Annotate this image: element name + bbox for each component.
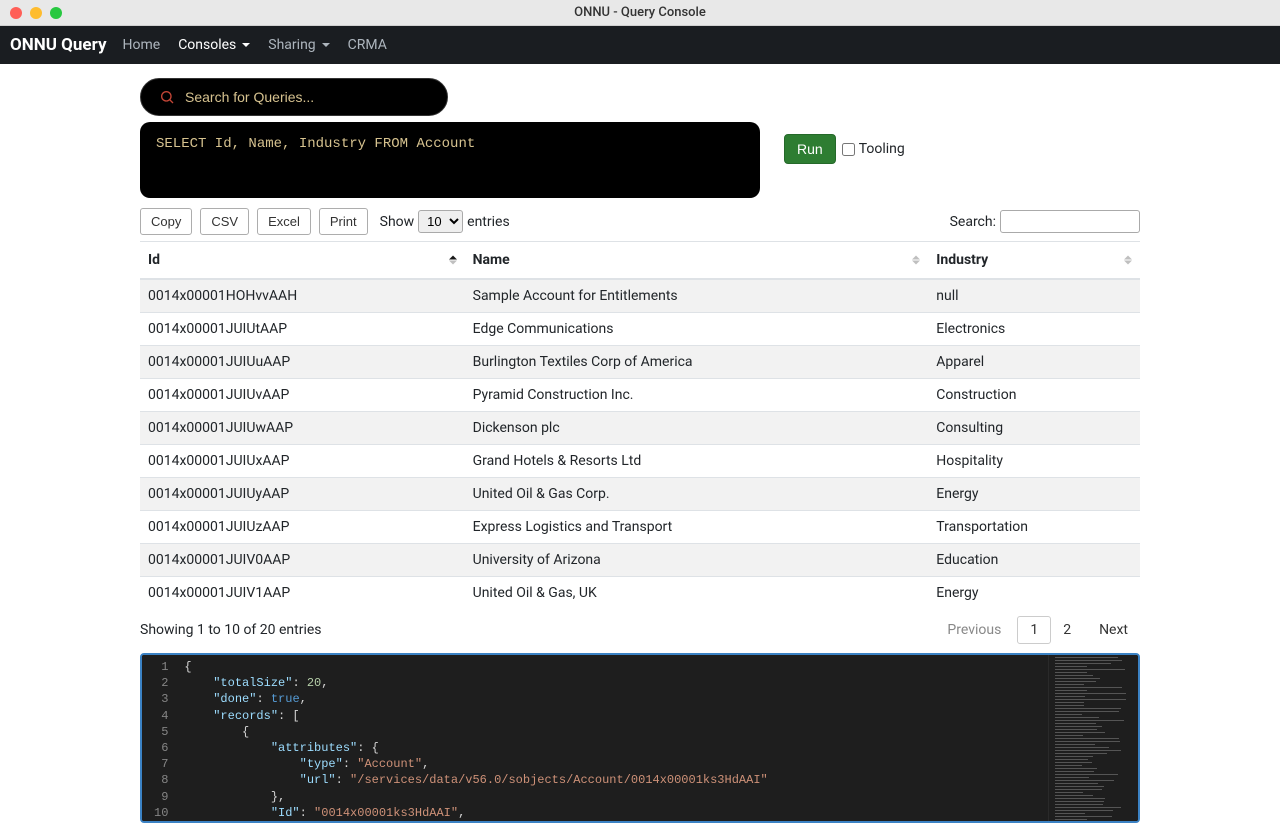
tooling-checkbox-label[interactable]: Tooling — [842, 141, 905, 157]
tooling-checkbox[interactable] — [842, 143, 855, 156]
cell-id: 0014x00001JUIUuAAP — [140, 346, 465, 379]
window-titlebar: ONNU - Query Console — [0, 0, 1280, 26]
table-row[interactable]: 0014x00001JUIUuAAPBurlington Textiles Co… — [140, 346, 1140, 379]
cell-industry: Energy — [928, 478, 1140, 511]
sort-arrows-icon — [912, 256, 920, 265]
cell-id: 0014x00001JUIV1AAP — [140, 577, 465, 610]
paginate-page-1[interactable]: 1 — [1017, 616, 1051, 644]
column-header-industry[interactable]: Industry — [928, 242, 1140, 280]
table-row[interactable]: 0014x00001JUIV1AAPUnited Oil & Gas, UKEn… — [140, 577, 1140, 610]
query-search-pill[interactable] — [140, 78, 448, 116]
table-row[interactable]: 0014x00001JUIUwAAPDickenson plcConsultin… — [140, 412, 1140, 445]
datatable-search-label: Search: — [950, 214, 996, 230]
cell-name: Grand Hotels & Resorts Ltd — [465, 445, 929, 478]
datatable-search-input[interactable] — [1000, 210, 1140, 233]
chevron-down-icon — [242, 43, 250, 47]
column-header-name[interactable]: Name — [465, 242, 929, 280]
search-icon — [159, 89, 175, 105]
json-code[interactable]: { "totalSize": 20, "done": true, "record… — [176, 655, 1048, 821]
cell-id: 0014x00001JUIUtAAP — [140, 313, 465, 346]
datatable-pagination: Previous 12 Next — [935, 617, 1140, 643]
table-row[interactable]: 0014x00001JUIUtAAPEdge CommunicationsEle… — [140, 313, 1140, 346]
cell-id: 0014x00001JUIUyAAP — [140, 478, 465, 511]
brand[interactable]: ONNU Query — [10, 35, 107, 55]
cell-name: United Oil & Gas Corp. — [465, 478, 929, 511]
query-editor[interactable]: SELECT Id, Name, Industry FROM Account — [140, 122, 760, 198]
tooling-label-text: Tooling — [859, 141, 905, 157]
cell-id: 0014x00001JUIUvAAP — [140, 379, 465, 412]
json-line-gutter: 123456789101112 — [142, 655, 176, 821]
paginate-previous[interactable]: Previous — [935, 617, 1013, 643]
query-search-input[interactable] — [185, 89, 429, 105]
table-row[interactable]: 0014x00001JUIUxAAPGrand Hotels & Resorts… — [140, 445, 1140, 478]
cell-name: Pyramid Construction Inc. — [465, 379, 929, 412]
run-button[interactable]: Run — [784, 134, 836, 164]
paginate-page-2[interactable]: 2 — [1051, 617, 1083, 643]
window-title: ONNU - Query Console — [574, 5, 706, 20]
results-table: IdNameIndustry 0014x00001HOHvvAAHSample … — [140, 241, 1140, 609]
maximize-window-button[interactable] — [50, 7, 62, 19]
table-row[interactable]: 0014x00001JUIUzAAPExpress Logistics and … — [140, 511, 1140, 544]
cell-name: University of Arizona — [465, 544, 929, 577]
cell-industry: null — [928, 279, 1140, 313]
datatable-search: Search: — [950, 210, 1140, 233]
chevron-down-icon — [322, 43, 330, 47]
length-suffix: entries — [467, 214, 510, 230]
table-row[interactable]: 0014x00001JUIV0AAPUniversity of ArizonaE… — [140, 544, 1140, 577]
nav-item-crma[interactable]: CRMA — [348, 37, 387, 53]
column-header-id[interactable]: Id — [140, 242, 465, 280]
close-window-button[interactable] — [10, 7, 22, 19]
cell-name: Dickenson plc — [465, 412, 929, 445]
cell-industry: Consulting — [928, 412, 1140, 445]
paginate-next[interactable]: Next — [1087, 617, 1140, 643]
editor-minimap[interactable] — [1048, 655, 1138, 821]
cell-name: Edge Communications — [465, 313, 929, 346]
sort-arrows-icon — [1124, 256, 1132, 265]
excel-button[interactable]: Excel — [257, 208, 311, 235]
cell-name: United Oil & Gas, UK — [465, 577, 929, 610]
csv-button[interactable]: CSV — [200, 208, 249, 235]
cell-name: Express Logistics and Transport — [465, 511, 929, 544]
nav-item-home[interactable]: Home — [123, 37, 161, 53]
copy-button[interactable]: Copy — [140, 208, 192, 235]
cell-industry: Hospitality — [928, 445, 1140, 478]
table-row[interactable]: 0014x00001HOHvvAAHSample Account for Ent… — [140, 279, 1140, 313]
nav-item-consoles[interactable]: Consoles — [178, 37, 250, 53]
length-select[interactable]: 10 — [418, 210, 463, 233]
length-prefix: Show — [380, 214, 415, 230]
cell-industry: Education — [928, 544, 1140, 577]
cell-id: 0014x00001HOHvvAAH — [140, 279, 465, 313]
cell-industry: Construction — [928, 379, 1140, 412]
print-button[interactable]: Print — [319, 208, 368, 235]
table-row[interactable]: 0014x00001JUIUyAAPUnited Oil & Gas Corp.… — [140, 478, 1140, 511]
cell-name: Burlington Textiles Corp of America — [465, 346, 929, 379]
main-navbar: ONNU Query Home Consoles Sharing CRMA — [0, 26, 1280, 64]
datatable-info: Showing 1 to 10 of 20 entries — [140, 622, 322, 638]
cell-name: Sample Account for Entitlements — [465, 279, 929, 313]
cell-industry: Energy — [928, 577, 1140, 610]
datatable-toolbar: Copy CSV Excel Print Show 10 entries Search… — [140, 208, 1140, 235]
cell-id: 0014x00001JUIUxAAP — [140, 445, 465, 478]
datatable-length: Show 10 entries — [380, 210, 510, 233]
table-row[interactable]: 0014x00001JUIUvAAPPyramid Construction I… — [140, 379, 1140, 412]
json-response-panel[interactable]: 123456789101112 { "totalSize": 20, "done… — [140, 653, 1140, 823]
cell-id: 0014x00001JUIV0AAP — [140, 544, 465, 577]
cell-industry: Transportation — [928, 511, 1140, 544]
cell-industry: Electronics — [928, 313, 1140, 346]
cell-industry: Apparel — [928, 346, 1140, 379]
nav-item-sharing[interactable]: Sharing — [268, 37, 329, 53]
cell-id: 0014x00001JUIUzAAP — [140, 511, 465, 544]
cell-id: 0014x00001JUIUwAAP — [140, 412, 465, 445]
minimize-window-button[interactable] — [30, 7, 42, 19]
sort-arrows-icon — [449, 256, 457, 265]
window-controls — [0, 7, 62, 19]
